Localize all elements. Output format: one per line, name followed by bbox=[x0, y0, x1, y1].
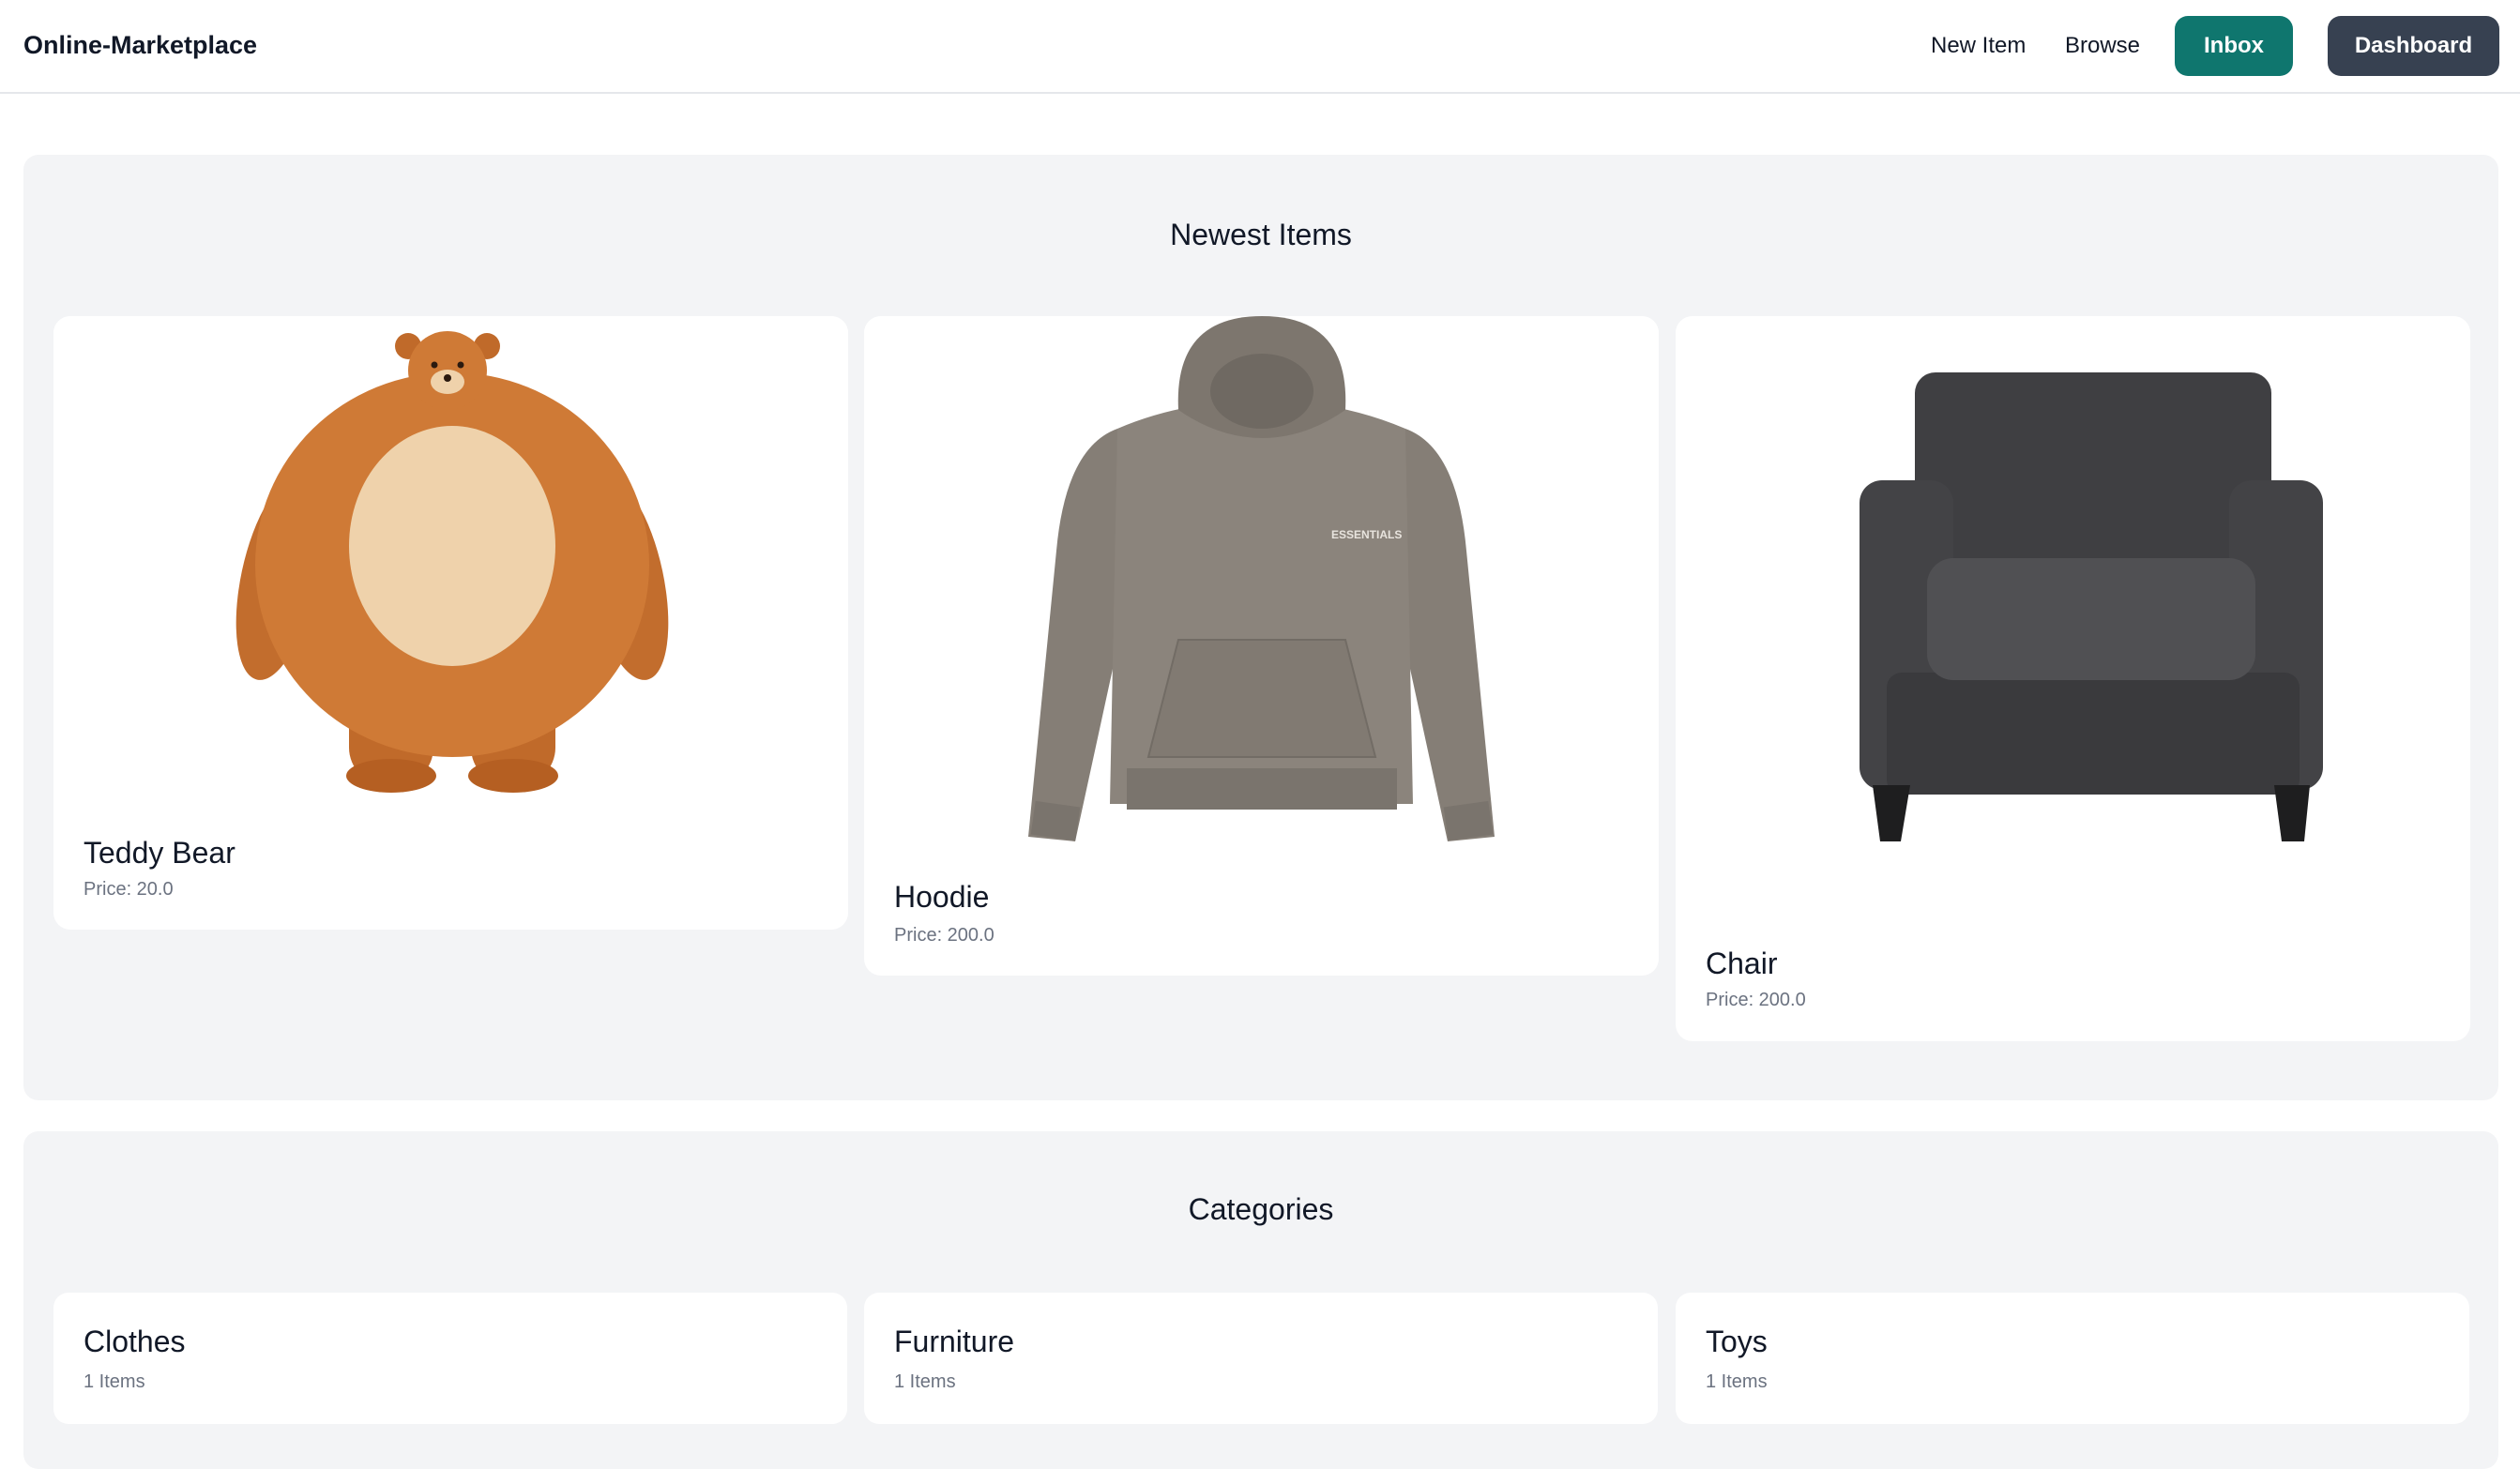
newest-items-section: Newest Items Teddy Bear Price: 20.0 ESSE… bbox=[23, 155, 2498, 1100]
inbox-button[interactable]: Inbox bbox=[2175, 16, 2293, 76]
svg-text:ESSENTIALS: ESSENTIALS bbox=[1331, 528, 1402, 541]
item-card-teddy-bear[interactable]: Teddy Bear Price: 20.0 bbox=[53, 316, 848, 930]
category-name: Furniture bbox=[894, 1325, 1015, 1358]
item-price: Price: 200.0 bbox=[894, 925, 994, 946]
newest-items-title: Newest Items bbox=[1170, 218, 1352, 251]
category-name: Clothes bbox=[83, 1325, 186, 1358]
category-card-clothes[interactable]: Clothes 1 Items bbox=[53, 1293, 847, 1424]
item-card-hoodie[interactable]: ESSENTIALS Hoodie Price: 200.0 bbox=[864, 316, 1659, 976]
item-card-chair[interactable]: Chair Price: 200.0 bbox=[1676, 316, 2470, 1041]
categories-section: Categories Clothes 1 Items Furniture 1 I… bbox=[23, 1131, 2498, 1469]
brand-logo-link[interactable]: Online-Marketplace bbox=[23, 31, 257, 60]
hoodie-image: ESSENTIALS bbox=[864, 316, 1659, 851]
categories-title: Categories bbox=[1188, 1192, 1334, 1226]
dashboard-button[interactable]: Dashboard bbox=[2328, 16, 2499, 76]
browse-link[interactable]: Browse bbox=[2065, 33, 2140, 59]
item-price: Price: 20.0 bbox=[83, 879, 174, 900]
category-card-toys[interactable]: Toys 1 Items bbox=[1676, 1293, 2469, 1424]
teddy-bear-image bbox=[53, 316, 848, 813]
item-price: Price: 200.0 bbox=[1706, 990, 1806, 1010]
item-name: Chair bbox=[1706, 947, 1778, 980]
category-name: Toys bbox=[1706, 1325, 1768, 1358]
navbar: Online-Marketplace New Item Browse Inbox… bbox=[0, 0, 2520, 94]
item-name: Teddy Bear bbox=[83, 836, 235, 870]
item-name: Hoodie bbox=[894, 880, 990, 914]
category-card-furniture[interactable]: Furniture 1 Items bbox=[864, 1293, 1658, 1424]
new-item-link[interactable]: New Item bbox=[1931, 33, 2026, 59]
category-count: 1 Items bbox=[1706, 1371, 1768, 1392]
category-count: 1 Items bbox=[83, 1371, 145, 1392]
armchair-image bbox=[1676, 316, 2470, 916]
category-count: 1 Items bbox=[894, 1371, 956, 1392]
